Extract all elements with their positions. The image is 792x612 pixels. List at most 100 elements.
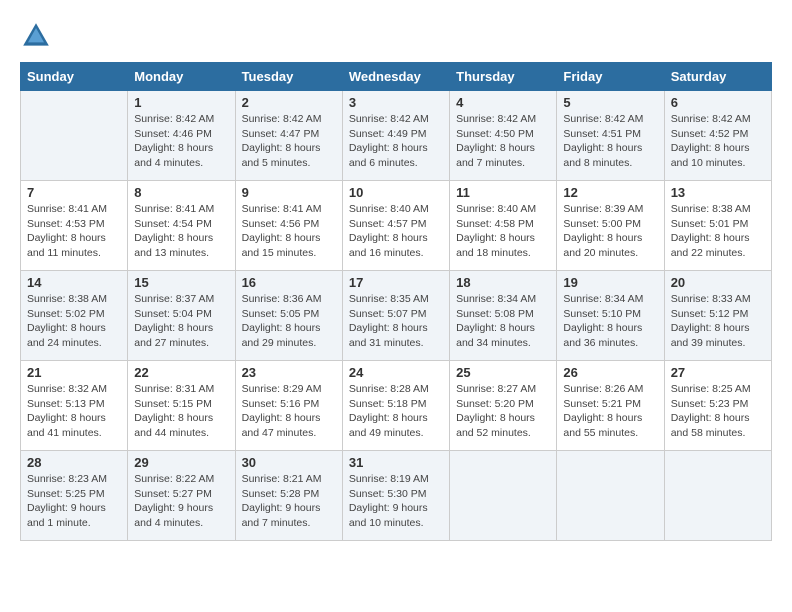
calendar-cell: 11Sunrise: 8:40 AM Sunset: 4:58 PM Dayli… [450,181,557,271]
calendar-cell: 15 Sunrise: 8:37 AM Sunset: 5:04 PM Dayli… [128,271,235,361]
calendar-cell: 10 Sunrise: 8:40 AM Sunset: 4:57 PM Dayli… [342,181,449,271]
day-number: 28 [27,455,121,470]
logo [20,20,58,52]
day-number: 19 [563,275,657,290]
calendar-cell [450,451,557,541]
day-info: Sunrise: 8:42 AM Sunset: 4:46 PM Dayligh… [134,112,228,171]
day-number: 30 [242,455,336,470]
day-info: Sunrise: 8:32 AM Sunset: 5:13 PM Dayligh… [27,382,121,441]
day-number: 13 [671,185,765,200]
day-info: Sunrise: 8:41 AM Sunset: 4:54 PM Dayligh… [134,202,228,261]
calendar-week-row: 28Sunrise: 8:23 AM Sunset: 5:25 PM Dayli… [21,451,772,541]
day-number: 9 [242,185,336,200]
day-info: Sunrise: 8:40 AM Sunset: 4:58 PM Dayligh… [456,202,550,261]
col-header-monday: Monday [128,63,235,91]
day-info: Sunrise: 8:25 AM Sunset: 5:23 PM Dayligh… [671,382,765,441]
calendar-cell: 25 Sunrise: 8:27 AM Sunset: 5:20 PM Dayli… [450,361,557,451]
day-number: 14 [27,275,121,290]
calendar-week-row: 1 Sunrise: 8:42 AM Sunset: 4:46 PM Daylig… [21,91,772,181]
day-info: Sunrise: 8:36 AM Sunset: 5:05 PM Dayligh… [242,292,336,351]
calendar-cell: 22Sunrise: 8:31 AM Sunset: 5:15 PM Dayli… [128,361,235,451]
calendar-cell: 29Sunrise: 8:22 AM Sunset: 5:27 PM Dayli… [128,451,235,541]
calendar-cell: 30 Sunrise: 8:21 AM Sunset: 5:28 PM Dayli… [235,451,342,541]
day-number: 12 [563,185,657,200]
calendar-cell: 6 Sunrise: 8:42 AM Sunset: 4:52 PM Daylig… [664,91,771,181]
col-header-saturday: Saturday [664,63,771,91]
day-number: 23 [242,365,336,380]
calendar-cell: 16 Sunrise: 8:36 AM Sunset: 5:05 PM Dayli… [235,271,342,361]
day-info: Sunrise: 8:42 AM Sunset: 4:52 PM Dayligh… [671,112,765,171]
day-info: Sunrise: 8:38 AM Sunset: 5:02 PM Dayligh… [27,292,121,351]
day-number: 21 [27,365,121,380]
day-number: 10 [349,185,443,200]
col-header-thursday: Thursday [450,63,557,91]
day-info: Sunrise: 8:35 AM Sunset: 5:07 PM Dayligh… [349,292,443,351]
col-header-wednesday: Wednesday [342,63,449,91]
day-info: Sunrise: 8:38 AM Sunset: 5:01 PM Dayligh… [671,202,765,261]
calendar-cell: 19 Sunrise: 8:34 AM Sunset: 5:10 PM Dayli… [557,271,664,361]
day-info: Sunrise: 8:41 AM Sunset: 4:56 PM Dayligh… [242,202,336,261]
day-info: Sunrise: 8:37 AM Sunset: 5:04 PM Dayligh… [134,292,228,351]
day-info: Sunrise: 8:39 AM Sunset: 5:00 PM Dayligh… [563,202,657,261]
col-header-friday: Friday [557,63,664,91]
day-info: Sunrise: 8:26 AM Sunset: 5:21 PM Dayligh… [563,382,657,441]
calendar-cell: 1 Sunrise: 8:42 AM Sunset: 4:46 PM Daylig… [128,91,235,181]
day-info: Sunrise: 8:34 AM Sunset: 5:08 PM Dayligh… [456,292,550,351]
calendar-cell: 13 Sunrise: 8:38 AM Sunset: 5:01 PM Dayli… [664,181,771,271]
day-info: Sunrise: 8:40 AM Sunset: 4:57 PM Dayligh… [349,202,443,261]
day-number: 25 [456,365,550,380]
day-number: 26 [563,365,657,380]
calendar-cell: 4 Sunrise: 8:42 AM Sunset: 4:50 PM Daylig… [450,91,557,181]
day-number: 15 [134,275,228,290]
calendar-cell: 28Sunrise: 8:23 AM Sunset: 5:25 PM Dayli… [21,451,128,541]
day-number: 16 [242,275,336,290]
day-info: Sunrise: 8:41 AM Sunset: 4:53 PM Dayligh… [27,202,121,261]
day-info: Sunrise: 8:29 AM Sunset: 5:16 PM Dayligh… [242,382,336,441]
calendar-cell: 17 Sunrise: 8:35 AM Sunset: 5:07 PM Dayli… [342,271,449,361]
calendar-cell: 21 Sunrise: 8:32 AM Sunset: 5:13 PM Dayli… [21,361,128,451]
calendar-cell: 5 Sunrise: 8:42 AM Sunset: 4:51 PM Daylig… [557,91,664,181]
calendar-cell: 12 Sunrise: 8:39 AM Sunset: 5:00 PM Dayli… [557,181,664,271]
day-number: 20 [671,275,765,290]
calendar-header-row: SundayMondayTuesdayWednesdayThursdayFrid… [21,63,772,91]
calendar-week-row: 14 Sunrise: 8:38 AM Sunset: 5:02 PM Dayli… [21,271,772,361]
calendar-cell: 2 Sunrise: 8:42 AM Sunset: 4:47 PM Daylig… [235,91,342,181]
day-number: 4 [456,95,550,110]
page-header [20,20,772,52]
day-number: 8 [134,185,228,200]
day-number: 29 [134,455,228,470]
day-number: 7 [27,185,121,200]
day-info: Sunrise: 8:21 AM Sunset: 5:28 PM Dayligh… [242,472,336,531]
day-number: 1 [134,95,228,110]
day-number: 5 [563,95,657,110]
day-info: Sunrise: 8:42 AM Sunset: 4:50 PM Dayligh… [456,112,550,171]
day-info: Sunrise: 8:42 AM Sunset: 4:47 PM Dayligh… [242,112,336,171]
day-info: Sunrise: 8:33 AM Sunset: 5:12 PM Dayligh… [671,292,765,351]
day-info: Sunrise: 8:42 AM Sunset: 4:49 PM Dayligh… [349,112,443,171]
calendar-cell [664,451,771,541]
calendar-cell: 26 Sunrise: 8:26 AM Sunset: 5:21 PM Dayli… [557,361,664,451]
day-info: Sunrise: 8:34 AM Sunset: 5:10 PM Dayligh… [563,292,657,351]
day-number: 17 [349,275,443,290]
calendar-cell: 9 Sunrise: 8:41 AM Sunset: 4:56 PM Daylig… [235,181,342,271]
calendar-cell: 8 Sunrise: 8:41 AM Sunset: 4:54 PM Daylig… [128,181,235,271]
calendar-cell: 14 Sunrise: 8:38 AM Sunset: 5:02 PM Dayli… [21,271,128,361]
day-number: 6 [671,95,765,110]
calendar-cell [557,451,664,541]
calendar-cell: 23 Sunrise: 8:29 AM Sunset: 5:16 PM Dayli… [235,361,342,451]
calendar-cell: 20 Sunrise: 8:33 AM Sunset: 5:12 PM Dayli… [664,271,771,361]
calendar-cell [21,91,128,181]
day-number: 22 [134,365,228,380]
day-info: Sunrise: 8:28 AM Sunset: 5:18 PM Dayligh… [349,382,443,441]
day-number: 3 [349,95,443,110]
day-info: Sunrise: 8:19 AM Sunset: 5:30 PM Dayligh… [349,472,443,531]
day-info: Sunrise: 8:42 AM Sunset: 4:51 PM Dayligh… [563,112,657,171]
calendar-cell: 18Sunrise: 8:34 AM Sunset: 5:08 PM Dayli… [450,271,557,361]
col-header-tuesday: Tuesday [235,63,342,91]
day-number: 2 [242,95,336,110]
col-header-sunday: Sunday [21,63,128,91]
day-info: Sunrise: 8:27 AM Sunset: 5:20 PM Dayligh… [456,382,550,441]
day-number: 27 [671,365,765,380]
day-number: 31 [349,455,443,470]
logo-icon [20,20,52,52]
